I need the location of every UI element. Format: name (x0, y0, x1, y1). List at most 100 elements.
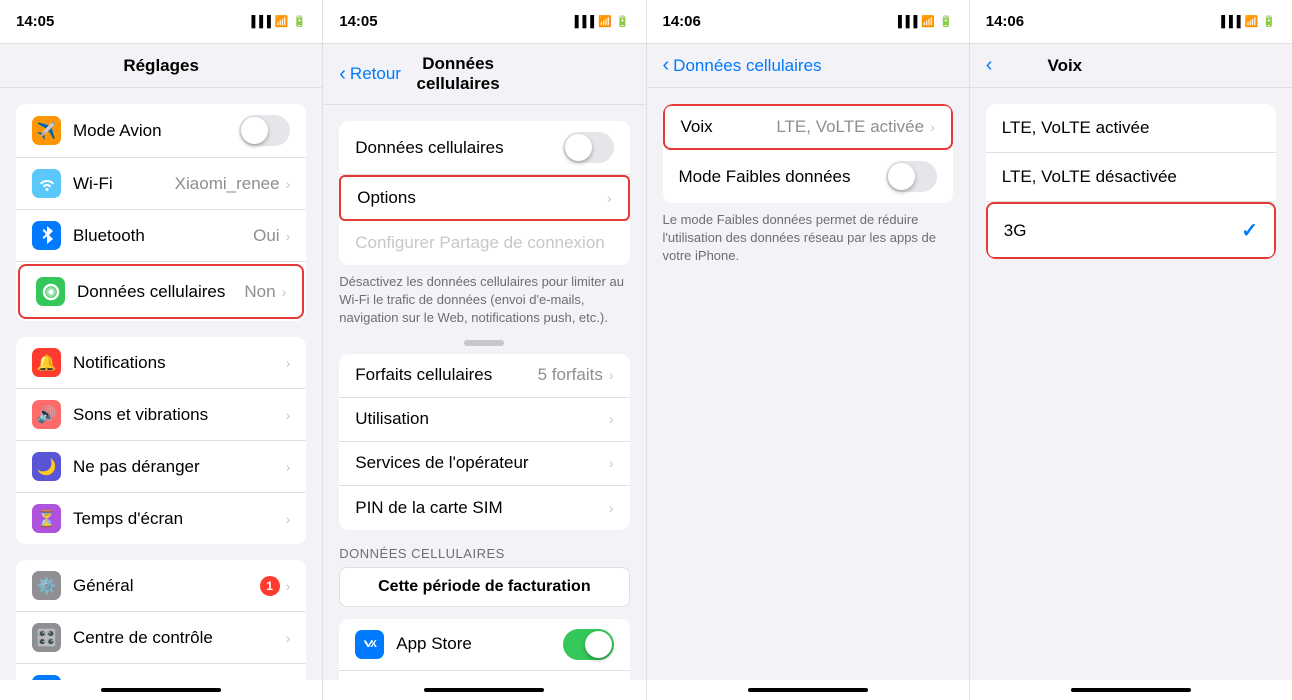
notifications-item[interactable]: 🔔 Notifications › (16, 337, 306, 389)
general-badge: 1 (260, 576, 280, 596)
status-icons-1: ▐▐▐ 📶 🔋 (247, 15, 306, 28)
app-store-icon (355, 630, 384, 659)
donnees-back-button[interactable]: ‹ Retour (339, 63, 401, 86)
faibles-toggle[interactable] (886, 161, 937, 192)
wifi-chevron-icon: › (286, 176, 291, 192)
donnees-back-arrow-icon: ‹ (339, 63, 346, 86)
voix-chevron-icon: › (930, 119, 935, 135)
bluetooth-item[interactable]: Bluetooth Oui › (16, 210, 306, 262)
donnees-toggle[interactable] (563, 132, 614, 163)
wifi-icon-1: 📶 (275, 15, 289, 28)
faibles-description: Le mode Faibles données permet de réduir… (647, 203, 969, 278)
signal-icon-1: ▐▐▐ (247, 16, 270, 28)
status-bar-3: 14:06 ▐▐▐ 📶 🔋 (647, 0, 970, 43)
voix-back-button[interactable]: ‹ (986, 54, 995, 77)
ne-pas-deranger-label: Ne pas déranger (73, 457, 286, 477)
mode-avion-label: Mode Avion (73, 121, 239, 141)
voix-sel-back-arrow-icon: ‹ (663, 54, 670, 77)
home-indicator-4 (970, 680, 1292, 700)
forfaits-chevron-icon: › (609, 367, 614, 383)
forfaits-value: 5 forfaits (538, 365, 603, 385)
reglages-panel: Réglages ✈️ Mode Avion (0, 44, 323, 680)
voix-nav-title: Voix (994, 56, 1135, 76)
sons-chevron-icon: › (286, 407, 291, 423)
faibles-item[interactable]: Mode Faibles données (663, 150, 953, 203)
app-store-label: App Store (396, 634, 562, 654)
mode-avion-item[interactable]: ✈️ Mode Avion (16, 104, 306, 158)
scrollbar-indicator (464, 340, 504, 346)
donnees-cellulaires-chevron-icon: › (282, 284, 287, 300)
voix-item[interactable]: Voix LTE, VoLTE activée › (663, 104, 953, 150)
bluetooth-chevron-icon: › (286, 228, 291, 244)
voix-label: Voix (681, 117, 777, 137)
bluetooth-value: Oui (253, 226, 279, 246)
voix-sel-back-button[interactable]: ‹ Données cellulaires (663, 54, 822, 77)
temps-ecran-icon: ⏳ (32, 504, 61, 533)
volte-active-label: LTE, VoLTE activée (1002, 118, 1260, 138)
donnees-navbar: ‹ Retour Données cellulaires (323, 44, 645, 105)
signal-icon-2: ▐▐▐ (571, 16, 594, 28)
centre-controle-chevron-icon: › (286, 630, 291, 646)
bluetooth-icon (32, 221, 61, 250)
wifi-item[interactable]: Wi-Fi Xiaomi_renee › (16, 158, 306, 210)
forfaits-label: Forfaits cellulaires (355, 365, 537, 385)
volte-active-option[interactable]: LTE, VoLTE activée (986, 104, 1276, 153)
battery-icon-3: 🔋 (939, 15, 953, 28)
forfaits-item[interactable]: Forfaits cellulaires 5 forfaits › (339, 354, 629, 398)
facturation-button[interactable]: Cette période de facturation (339, 567, 629, 607)
services-item[interactable]: Services de l'opérateur › (339, 442, 629, 486)
wifi-icon (32, 169, 61, 198)
sons-item[interactable]: 🔊 Sons et vibrations › (16, 389, 306, 441)
3g-check-icon: ✓ (1241, 218, 1258, 243)
home-indicator-1 (0, 680, 323, 700)
general-item[interactable]: ⚙️ Général 1 › (16, 560, 306, 612)
general-label: Général (73, 576, 260, 596)
donnees-cellulaires-item[interactable]: Données cellulaires Non › (18, 264, 304, 319)
ne-pas-deranger-item[interactable]: 🌙 Ne pas déranger › (16, 441, 306, 493)
pin-item[interactable]: PIN de la carte SIM › (339, 486, 629, 530)
status-icons-4: ▐▐▐ 📶 🔋 (1217, 15, 1276, 28)
notifications-chevron-icon: › (286, 355, 291, 371)
time-1: 14:05 (16, 13, 54, 30)
3g-option[interactable]: 3G ✓ (986, 202, 1276, 259)
astuces-item[interactable]: 💡 Astuces (339, 671, 629, 680)
sons-icon: 🔊 (32, 400, 61, 429)
general-icon: ⚙️ (32, 571, 61, 600)
centre-controle-item[interactable]: 🎛️ Centre de contrôle › (16, 612, 306, 664)
donnees-toggle-item[interactable]: Données cellulaires (339, 121, 629, 175)
home-bar-3 (748, 688, 868, 692)
status-icons-3: ▐▐▐ 📶 🔋 (894, 15, 953, 28)
services-label: Services de l'opérateur (355, 453, 609, 473)
status-bar-1: 14:05 ▐▐▐ 📶 🔋 (0, 0, 323, 43)
facturation-label: Cette période de facturation (378, 578, 590, 595)
volte-inactive-option[interactable]: LTE, VoLTE désactivée (986, 153, 1276, 202)
home-indicator-2 (323, 680, 646, 700)
time-4: 14:06 (986, 13, 1024, 30)
services-chevron-icon: › (609, 455, 614, 471)
donnees-section-label: DONNÉES CELLULAIRES (323, 530, 645, 567)
wifi-icon-4: 📶 (1245, 15, 1259, 28)
home-indicator-3 (647, 680, 970, 700)
donnees-panel: ‹ Retour Données cellulaires Données cel… (323, 44, 646, 680)
options-item[interactable]: Options › (339, 175, 629, 221)
app-store-item[interactable]: App Store (339, 619, 629, 671)
wifi-label: Wi-Fi (73, 174, 175, 194)
utilisation-item[interactable]: Utilisation › (339, 398, 629, 442)
app-store-toggle[interactable] (563, 629, 614, 660)
donnees-nav-title: Données cellulaires (401, 54, 515, 94)
status-bar-2: 14:05 ▐▐▐ 📶 🔋 (323, 0, 646, 43)
centre-controle-label: Centre de contrôle (73, 628, 286, 648)
mode-avion-toggle[interactable] (239, 115, 290, 146)
ne-pas-deranger-chevron-icon: › (286, 459, 291, 475)
status-icons-2: ▐▐▐ 📶 🔋 (571, 15, 630, 28)
partage-item: Configurer Partage de connexion (339, 221, 629, 265)
3g-label: 3G (1004, 221, 1241, 241)
wifi-icon-2: 📶 (598, 15, 612, 28)
donnees-cellulaires-value: Non (244, 282, 275, 302)
utilisation-label: Utilisation (355, 409, 609, 429)
options-label: Options (357, 188, 607, 208)
voix-sel-navbar: ‹ Données cellulaires (647, 44, 969, 88)
voix-value: LTE, VoLTE activée (776, 117, 924, 137)
luminosite-item[interactable]: AA Luminosité et affichage › (16, 664, 306, 680)
temps-ecran-item[interactable]: ⏳ Temps d'écran › (16, 493, 306, 544)
